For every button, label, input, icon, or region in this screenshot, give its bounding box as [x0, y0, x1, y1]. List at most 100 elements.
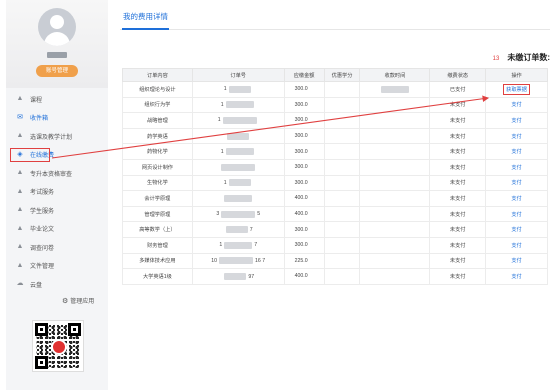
action-cell: 支付	[485, 268, 548, 285]
order-content-cell: 药学英语	[122, 127, 193, 145]
pay-link[interactable]: 支付	[511, 149, 521, 155]
sidebar-item-label: 学生服务	[30, 208, 55, 215]
sidebar-item-10[interactable]: ☁ 云盘	[6, 275, 108, 294]
pay-link[interactable]: 支付	[511, 212, 521, 218]
payment-time-cell	[359, 268, 431, 285]
sidebar-item-4[interactable]: ▲ 专升本资格审查	[6, 164, 108, 183]
redacted-block	[227, 132, 250, 140]
amount-cell: 400.0	[283, 190, 325, 207]
redacted-block	[225, 148, 254, 156]
account-management-button[interactable]: 账号管理	[36, 65, 78, 77]
credit-cell	[323, 221, 361, 238]
sidebar-item-label: 调查问卷	[30, 245, 55, 252]
graduation-cap-icon: ▲	[16, 243, 24, 251]
order-number-cell: 1	[191, 143, 285, 160]
action-cell: 支付	[485, 158, 548, 176]
pay-link[interactable]: 支付	[511, 165, 521, 171]
sidebar-item-2[interactable]: ▲ 选课及教学计划	[6, 127, 108, 146]
sidebar-item-6[interactable]: ▲ 学生服务	[6, 201, 108, 220]
amount-cell: 300.0	[283, 174, 325, 192]
order-content-cell: 生物化学	[122, 174, 193, 192]
action-cell: 支付	[485, 236, 548, 254]
qr-code	[32, 320, 84, 372]
username-redacted	[47, 52, 67, 58]
sidebar-item-label: 收件箱	[30, 116, 49, 123]
amount-cell: 400.0	[283, 205, 325, 223]
order-number-prefix: 3	[216, 211, 220, 218]
sidebar-item-5[interactable]: ▲ 考试服务	[6, 183, 108, 202]
table-body: 组织理论与设计 1 300.0 已支付 获取票据 组织行为学 1 300.0 未支付 支付 战略管理…	[122, 81, 548, 285]
manage-apps-label: 管理应用	[70, 299, 95, 305]
amount-cell: 300.0	[283, 236, 325, 254]
order-number-cell: 10 16 7	[191, 252, 285, 270]
credit-cell	[323, 81, 361, 98]
pay-link[interactable]: 支付	[511, 102, 521, 108]
order-number-prefix: 1	[223, 86, 227, 93]
action-cell: 支付	[485, 221, 548, 238]
sidebar-item-label: 课程	[30, 97, 43, 104]
amount-cell: 300.0	[283, 221, 325, 238]
payment-time-cell	[359, 158, 431, 176]
pay-link[interactable]: 支付	[511, 227, 521, 233]
get-receipt-link[interactable]: 获取票据	[503, 83, 530, 95]
payment-status-cell: 已支付	[429, 81, 487, 98]
redacted-block	[228, 179, 251, 187]
gear-icon: ⚙	[62, 298, 69, 305]
amount-cell: 300.0	[283, 158, 325, 176]
pay-link[interactable]: 支付	[511, 196, 521, 202]
amount-cell: 300.0	[283, 127, 325, 145]
redacted-block	[225, 101, 254, 109]
amount-cell: 300.0	[283, 96, 325, 114]
sidebar-item-7[interactable]: ▲ 毕业论文	[6, 220, 108, 239]
graduation-cap-icon: ▲	[16, 206, 24, 214]
graduation-cap-icon: ▲	[16, 169, 24, 177]
order-content-cell: 组织理论与设计	[122, 81, 193, 98]
action-cell: 支付	[485, 143, 548, 160]
order-content-cell: 组织行为学	[122, 96, 193, 114]
payment-time-cell	[359, 236, 431, 254]
payment-time-cell	[359, 96, 431, 114]
payment-status-cell: 未支付	[429, 252, 487, 270]
order-number-suffix: 16 7	[255, 257, 266, 264]
sidebar-item-9[interactable]: ▲ 文件管理	[6, 257, 108, 276]
payment-status-cell: 未支付	[429, 268, 487, 285]
order-number-prefix: 1	[223, 179, 227, 186]
credit-cell	[323, 268, 361, 285]
order-content-cell: 财务管理	[122, 236, 193, 254]
order-content-cell: 药物化学	[122, 143, 193, 160]
order-number-cell: 1	[191, 112, 285, 129]
pay-link[interactable]: 支付	[511, 258, 521, 264]
table-row: 会计学原理 400.0 未支付 支付	[122, 190, 548, 207]
table-row: 多媒体技术应用 10 16 7 225.0 未支付 支付	[122, 252, 548, 270]
sidebar-item-3[interactable]: ◈ 在线缴费	[6, 146, 108, 165]
order-number-suffix: 5	[257, 211, 261, 218]
avatar[interactable]	[38, 8, 76, 46]
pay-link[interactable]: 支付	[511, 134, 521, 140]
pay-link[interactable]: 支付	[511, 243, 521, 249]
profile-panel: 账号管理	[6, 0, 108, 88]
payment-status-cell: 未支付	[429, 174, 487, 192]
table-row: 大学英语1级 97 400.0 未支付 支付	[122, 268, 548, 285]
table-row: 药学英语 300.0 未支付 支付	[122, 127, 548, 145]
sidebar-item-8[interactable]: ▲ 调查问卷	[6, 238, 108, 257]
redacted-block	[228, 85, 251, 93]
pay-link[interactable]: 支付	[511, 118, 521, 124]
tab-fee-details[interactable]: 我的费用详情	[122, 10, 169, 30]
order-number-prefix: 1	[220, 148, 224, 155]
order-number-suffix: 7	[254, 242, 258, 249]
pay-link[interactable]: 支付	[511, 180, 521, 186]
credit-cell	[323, 127, 361, 145]
action-cell: 支付	[485, 174, 548, 192]
order-content-cell: 大学英语1级	[122, 268, 193, 285]
sidebar-item-0[interactable]: ▲ 课程	[6, 90, 108, 109]
graduation-cap-icon: ▲	[16, 95, 24, 103]
redacted-block	[219, 257, 254, 265]
pay-link[interactable]: 支付	[511, 274, 521, 280]
payment-time-cell	[359, 81, 431, 98]
amount-cell: 225.0	[283, 252, 325, 270]
sidebar-item-1[interactable]: ✉ 收件箱	[6, 109, 108, 128]
manage-apps-button[interactable]: ⚙ 管理应用	[62, 296, 94, 305]
order-number-suffix: 7	[249, 226, 253, 233]
order-number-cell: 1	[191, 96, 285, 114]
unpaid-count: 13	[492, 56, 500, 62]
